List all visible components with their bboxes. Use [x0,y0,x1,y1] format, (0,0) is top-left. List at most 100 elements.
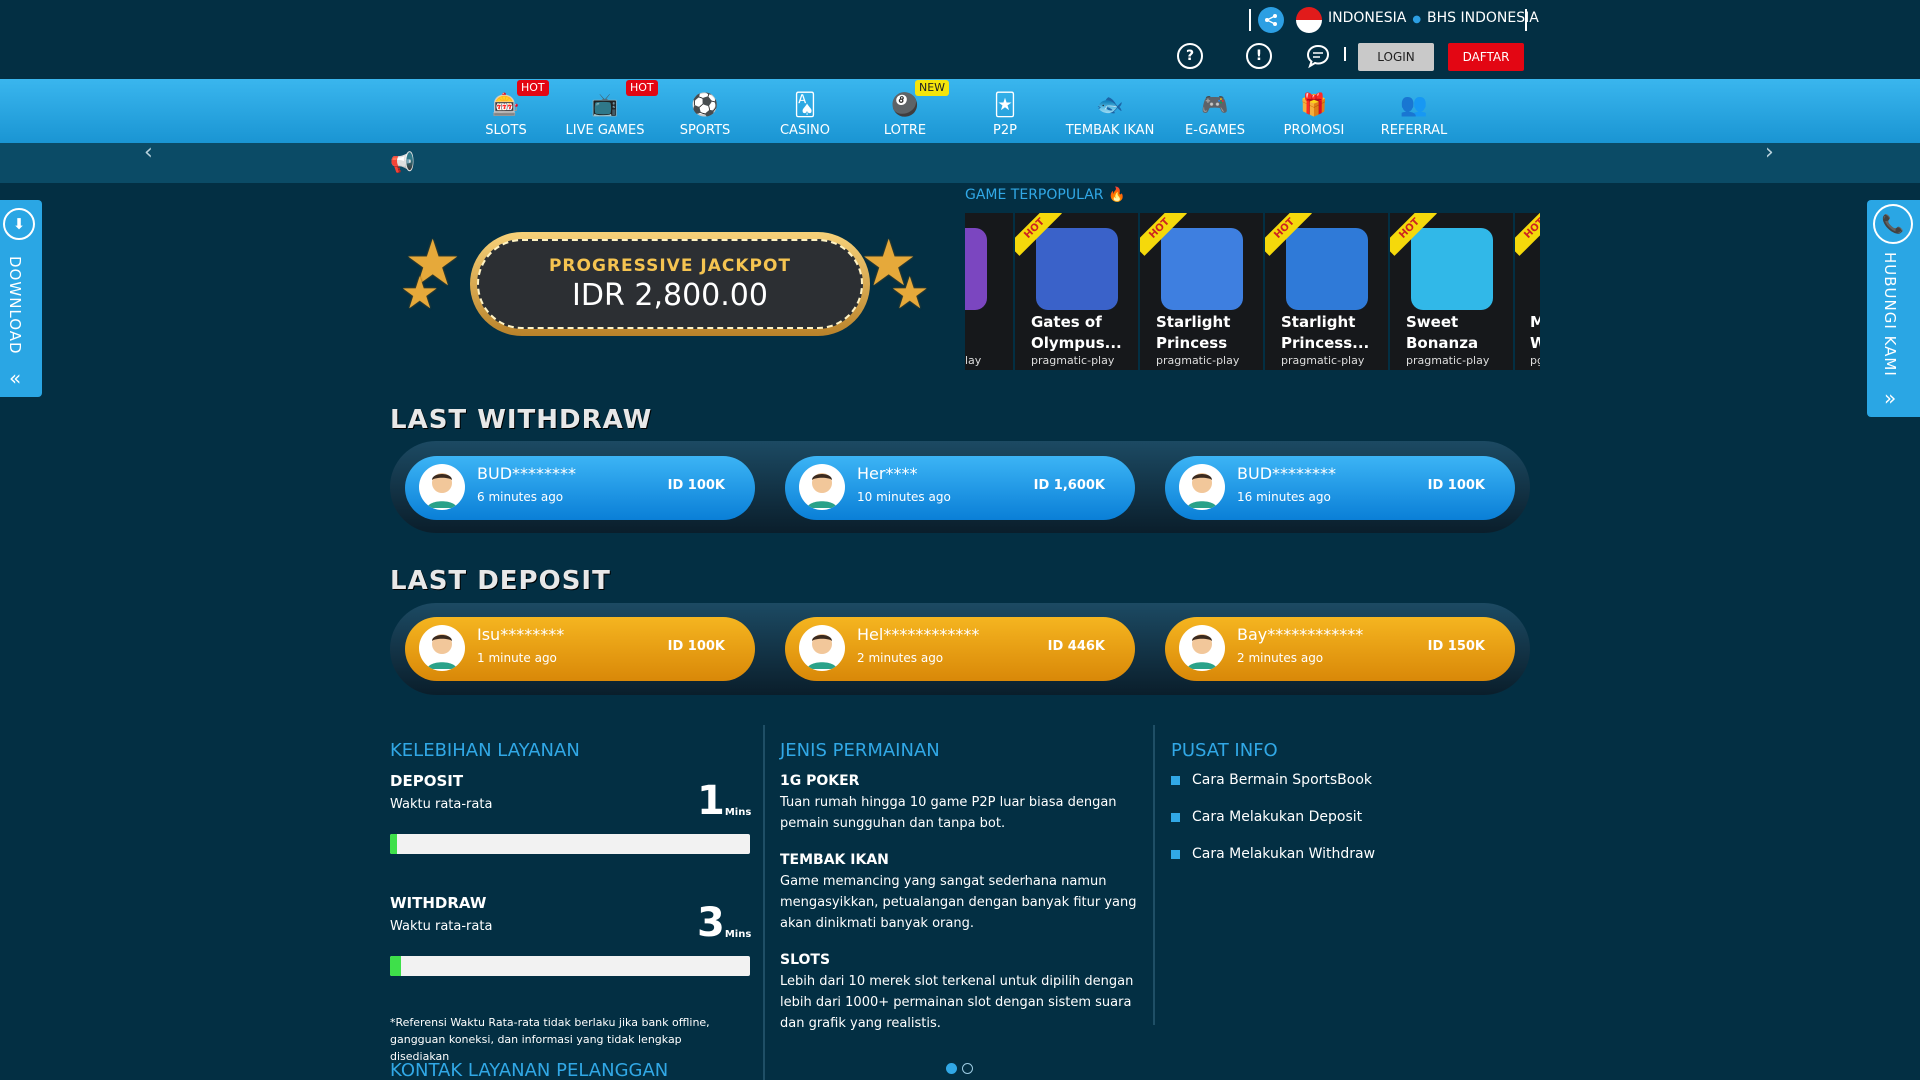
game-card[interactable]: HOT Starlight Princess pragmatic-play [1140,213,1263,370]
contact-title: KONTAK LAYANAN PELANGGAN [390,1060,669,1080]
time-ago: 1 minute ago [477,651,557,665]
user-name: BUD******** [1237,464,1337,483]
indonesia-flag-icon[interactable] [1296,7,1322,33]
game-title: Starlight Princess [1156,313,1231,352]
carousel-dot-active[interactable] [946,1063,957,1074]
info-link[interactable]: Cara Melakukan Deposit [1171,809,1362,825]
game-card[interactable]: HOT Sweet Bonanza pragmatic-play [1390,213,1513,370]
carousel-dot[interactable] [962,1063,973,1074]
deposit-minutes: 1 [697,778,725,824]
deposit-sub: Waktu rata-rata [390,797,493,812]
fire-icon: 🔥 [1107,187,1126,203]
referral-icon: 👥 [1400,93,1428,118]
game-thumbnail [1411,228,1493,310]
gift-icon: 🎁 [1300,93,1328,118]
contact-side-tab[interactable]: 📞 HUBUNGI KAMI » [1867,200,1920,417]
nav-item-casino[interactable]: 🂡 CASINO [772,79,838,143]
deposit-item: Bay************ 2 minutes ago ID 150K [1165,617,1515,681]
gamepad-icon: 🎮 [1201,93,1229,118]
register-button[interactable]: DAFTAR [1448,43,1524,71]
announcement-ticker [0,143,1920,183]
game-thumbnail [965,228,987,310]
nav-item-p2p[interactable]: 🃏 P2P [972,79,1038,143]
info-icon[interactable]: ! [1246,43,1272,69]
chevron-left-icon[interactable]: ‹ [144,140,153,165]
chat-icon[interactable] [1305,43,1331,69]
user-name: BUD******** [477,464,577,483]
bullet-icon [1171,812,1180,822]
game-provider: pragmatic-play [1156,354,1240,367]
withdraw-item: Her**** 10 minutes ago ID 1,600K [785,456,1135,520]
hot-badge: HOT [626,80,658,96]
hot-badge: HOT [517,80,549,96]
info-link[interactable]: Cara Melakukan Withdraw [1171,846,1375,862]
login-button[interactable]: LOGIN [1358,43,1434,71]
minutes-unit: Mins [724,807,752,818]
withdraw-item: BUD******** 16 minutes ago ID 100K [1165,456,1515,520]
double-chevron-right-icon: » [1884,386,1897,410]
game-provider: pragmatic-play [1406,354,1490,367]
game-provider: lay [965,354,982,367]
withdraw-progress-bar [390,956,750,976]
game-title: Sweet Bonanza [1406,313,1479,352]
amount: ID 100K [667,478,725,493]
game-card[interactable]: HOT Gates of Olympus... pragmatic-play [1015,213,1138,370]
withdraw-sub: Waktu rata-rata [390,919,493,934]
withdraw-item: BUD******** 6 minutes ago ID 100K [405,456,755,520]
column-divider [763,725,765,1080]
hot-ribbon: HOT [1515,213,1540,256]
fish-icon: 🐟 [1096,93,1124,118]
withdraw-time: 3 Mins [697,900,751,946]
last-deposit-title: LAST DEPOSIT [390,566,611,596]
cards-icon: 🃏 [993,93,1017,118]
star-decoration: ★ [400,268,440,319]
game-title: Starlight Princess... [1281,313,1370,352]
game-card[interactable]: HOT Starlight Princess... pragmatic-play [1265,213,1388,370]
share-icon[interactable] [1258,7,1284,33]
nav-item-e-games[interactable]: 🎮 E-GAMES [1178,79,1252,143]
nav-item-sports[interactable]: ⚽ SPORTS [672,79,738,143]
live-icon: 📺 [591,93,619,118]
card-icon: 🂡 [793,93,817,118]
avatar [419,625,465,671]
main-nav [0,79,1920,143]
info-center-title: PUSAT INFO [1171,740,1278,761]
new-badge: NEW [915,80,950,96]
nav-item-promosi[interactable]: 🎁 PROMOSI [1276,79,1352,143]
megaphone-icon: 📢 [390,150,415,174]
last-withdraw-title: LAST WITHDRAW [390,405,653,435]
amount: ID 100K [1427,478,1485,493]
lottery-icon: 🎱 [891,93,919,118]
time-ago: 2 minutes ago [857,651,944,665]
chevron-right-icon[interactable]: › [1765,140,1774,165]
download-side-tab[interactable]: ⬇ DOWNLOAD « [0,200,42,397]
info-link[interactable]: Cara Bermain SportsBook [1171,772,1372,788]
game-type-name: 1G POKER [780,773,860,789]
jackpot-title: PROGRESSIVE JACKPOT [548,255,792,276]
user-name: Bay************ [1237,625,1364,644]
help-icon[interactable]: ? [1177,43,1203,69]
game-card-partial[interactable]: HOT M W pg [1515,213,1540,370]
nav-item-referral[interactable]: 👥 REFERRAL [1374,79,1454,143]
contact-label: HUBUNGI KAMI [1881,252,1899,377]
game-card-partial[interactable]: lay [965,213,1013,370]
game-type-desc: Game memancing yang sangat sederhana nam… [780,874,1137,931]
deposit-time: 1 Mins [697,778,751,824]
game-provider: pragmatic-play [1281,354,1365,367]
avatar [799,464,845,510]
game-thumbnail [1036,228,1118,310]
time-ago: 6 minutes ago [477,490,564,504]
bullet-icon [1171,849,1180,859]
amount: ID 150K [1427,639,1485,654]
nav-item-tembak-ikan[interactable]: 🐟 TEMBAK IKAN [1062,79,1158,143]
game-type-name: SLOTS [780,952,831,968]
game-thumbnail [1286,228,1368,310]
withdraw-label: WITHDRAW [390,894,487,912]
deposit-label: DEPOSIT [390,772,464,790]
user-name: Her**** [857,464,918,483]
star-decoration: ★ [890,268,930,319]
user-name: Isu******** [477,625,565,644]
language-selector[interactable]: INDONESIA ● BHS INDONESIA [1328,10,1539,26]
game-title: Gates of Olympus... [1031,313,1122,352]
game-thumbnail [1161,228,1243,310]
